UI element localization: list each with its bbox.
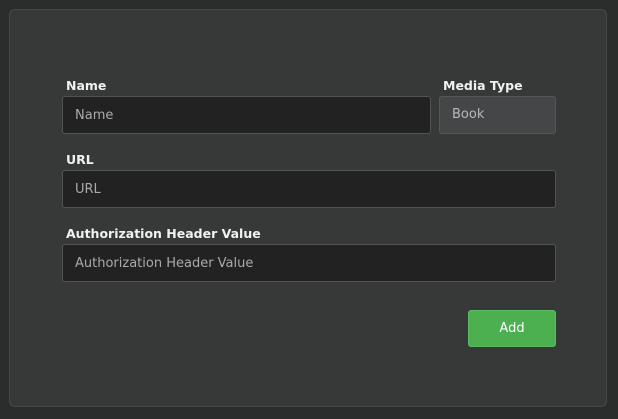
media-type-selected-value: Book — [452, 107, 485, 122]
auth-header-label: Authorization Header Value — [66, 226, 261, 241]
auth-header-input[interactable] — [62, 244, 556, 282]
name-label: Name — [66, 78, 107, 93]
url-label: URL — [66, 152, 94, 167]
url-input[interactable] — [62, 170, 556, 208]
add-button[interactable]: Add — [468, 310, 556, 347]
name-input[interactable] — [62, 96, 431, 134]
media-type-label: Media Type — [443, 78, 523, 93]
media-type-select[interactable]: Book — [439, 96, 556, 134]
form-panel: Name Media Type Book URL Authorization H… — [9, 9, 607, 407]
